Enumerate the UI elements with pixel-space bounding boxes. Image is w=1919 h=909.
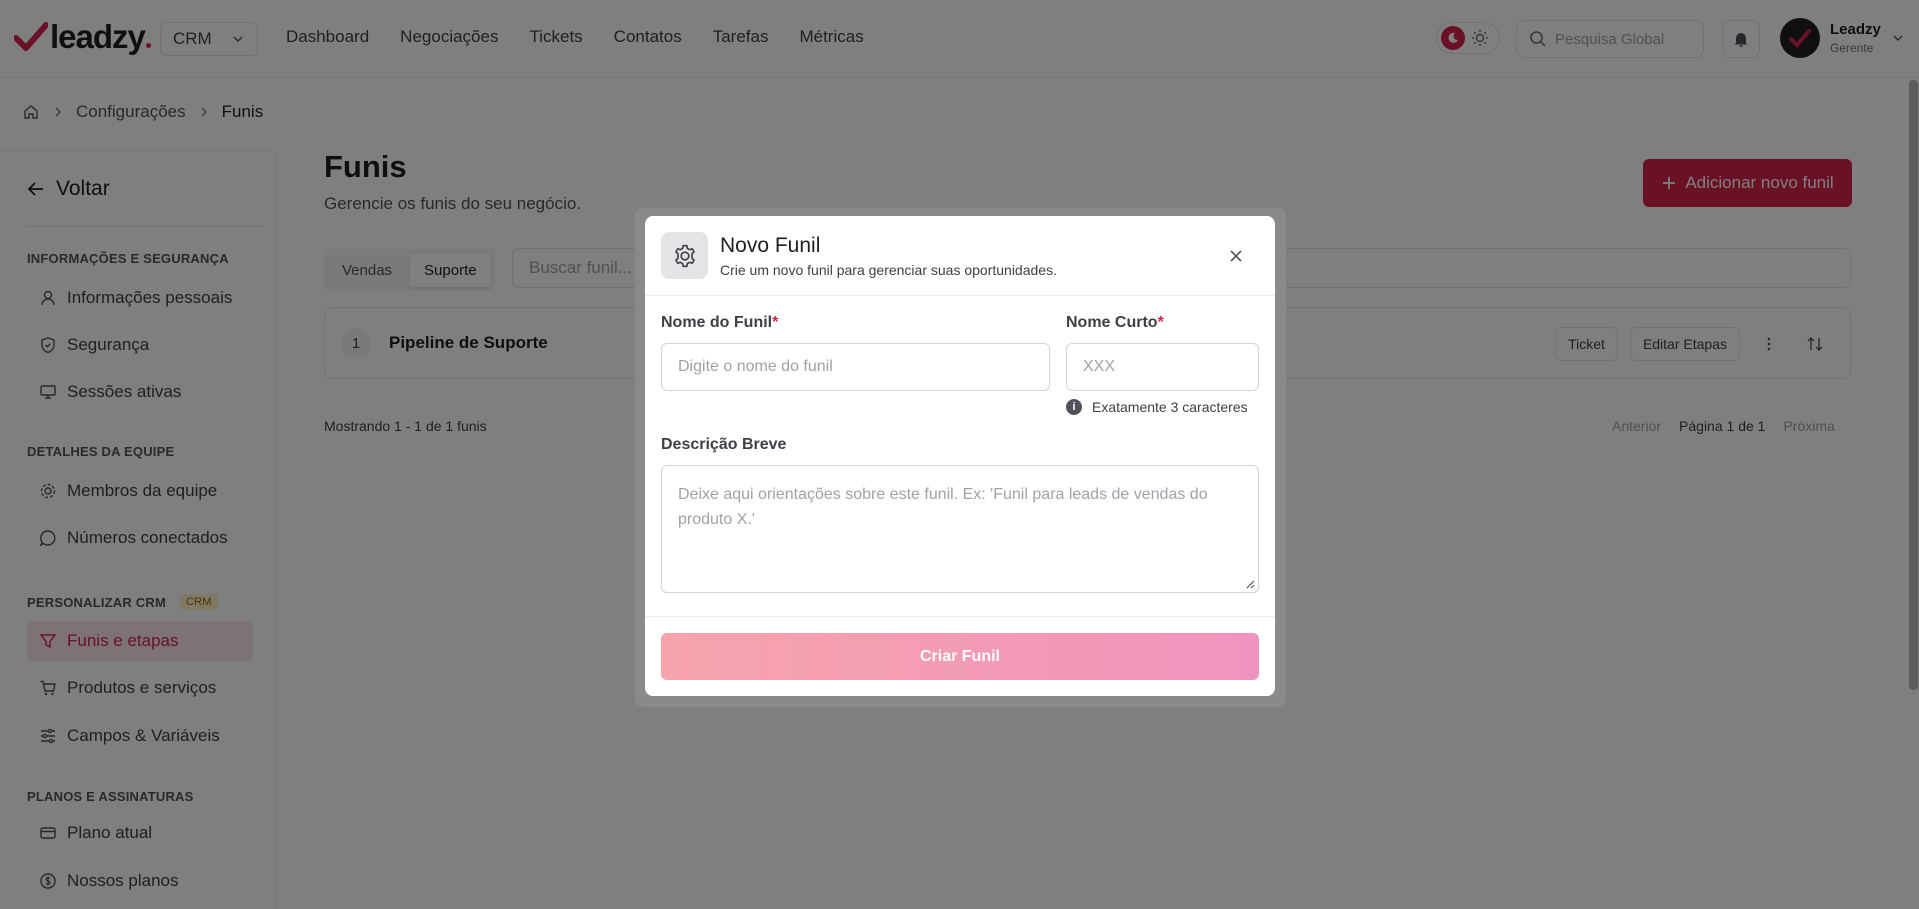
required-mark: * — [1157, 314, 1164, 331]
description-textarea[interactable]: Deixe aqui orientações sobre este funil.… — [661, 465, 1259, 593]
resize-handle-icon[interactable] — [1245, 579, 1255, 589]
modal-header: Novo Funil Crie um novo funil para geren… — [645, 216, 1275, 296]
short-name-label-text: Nome Curto — [1066, 314, 1158, 331]
required-mark: * — [772, 314, 779, 331]
description-label: Descrição Breve — [661, 436, 787, 453]
funnel-name-label: Nome do Funil* — [661, 314, 778, 332]
description-placeholder: Deixe aqui orientações sobre este funil.… — [678, 486, 1208, 528]
short-name-hint: i Exatamente 3 caracteres — [1066, 399, 1248, 415]
modal-title: Novo Funil — [720, 234, 821, 257]
funnel-name-placeholder: Digite o nome do funil — [678, 358, 833, 375]
modal-footer-divider — [645, 616, 1275, 617]
close-button[interactable] — [1225, 245, 1247, 267]
close-icon — [1230, 250, 1242, 262]
gear-icon — [661, 232, 708, 279]
short-name-hint-text: Exatamente 3 caracteres — [1092, 399, 1248, 415]
page-scrollbar[interactable] — [1909, 80, 1918, 690]
short-name-label: Nome Curto* — [1066, 314, 1164, 332]
funnel-name-input[interactable]: Digite o nome do funil — [661, 343, 1050, 391]
modal-subtitle: Crie um novo funil para gerenciar suas o… — [720, 262, 1057, 278]
funnel-name-label-text: Nome do Funil — [661, 314, 773, 331]
info-icon: i — [1066, 399, 1082, 415]
short-name-input[interactable]: XXX — [1066, 343, 1259, 391]
new-funnel-modal: Novo Funil Crie um novo funil para geren… — [645, 216, 1275, 696]
short-name-placeholder: XXX — [1083, 358, 1116, 375]
create-funnel-button[interactable]: Criar Funil — [661, 633, 1259, 680]
